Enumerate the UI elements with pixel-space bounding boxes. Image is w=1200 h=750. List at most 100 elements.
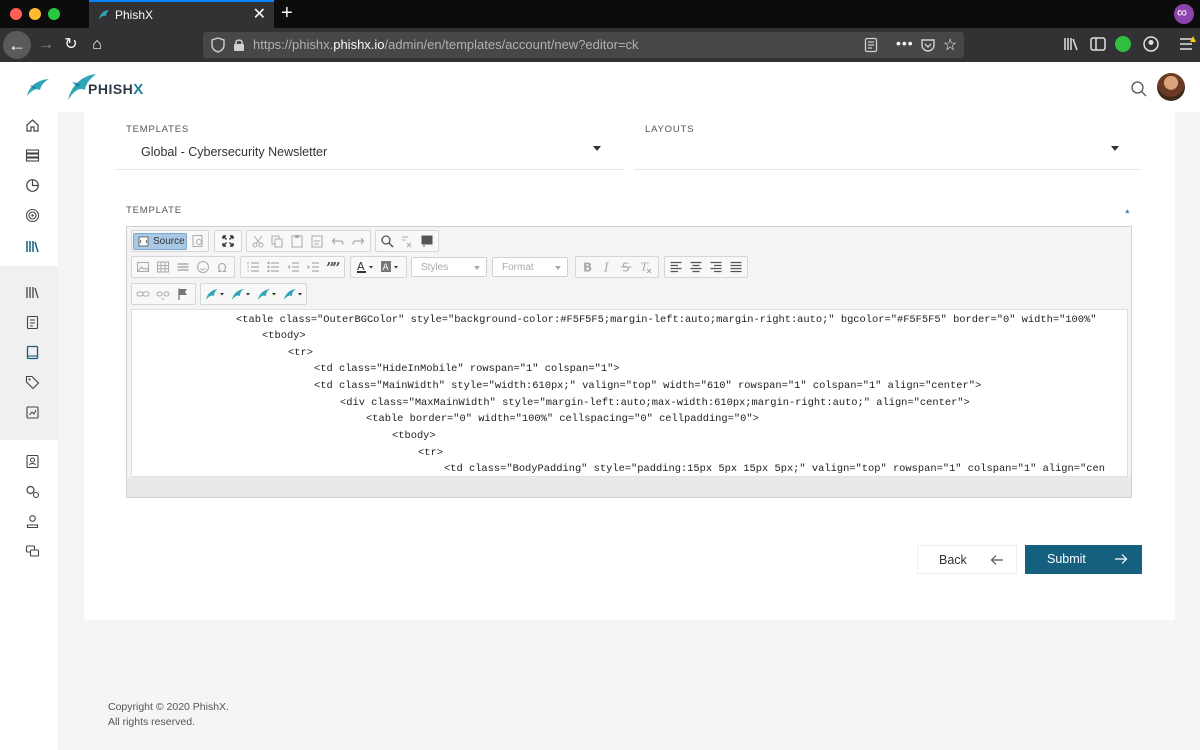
table-icon[interactable]: [156, 260, 170, 274]
source-button[interactable]: Source: [133, 233, 187, 250]
templates-select[interactable]: Global - Cybersecurity Newsletter: [141, 145, 327, 159]
reload-icon[interactable]: ↻: [59, 33, 83, 57]
home-icon[interactable]: [25, 118, 40, 133]
unlink-icon[interactable]: [156, 287, 170, 301]
search-icon[interactable]: [1130, 80, 1148, 98]
tag-icon[interactable]: [25, 375, 40, 390]
phishx-plugin-1-icon[interactable]: [205, 287, 227, 301]
align-left-icon[interactable]: [669, 260, 683, 274]
settings-icon[interactable]: [25, 484, 40, 499]
code-line: <tr>: [418, 447, 443, 459]
styles-dropdown[interactable]: Styles: [411, 257, 487, 277]
templates-chevron-down-icon[interactable]: [593, 146, 601, 151]
align-right-icon[interactable]: [709, 260, 723, 274]
new-tab-icon[interactable]: +: [281, 2, 293, 24]
back-button-label: Back: [939, 553, 967, 567]
avatar[interactable]: [1157, 73, 1185, 101]
horizontal-line-icon[interactable]: [176, 260, 190, 274]
editor-resize-bar[interactable]: [127, 477, 1131, 497]
strikethrough-icon[interactable]: S: [619, 260, 633, 274]
chart-icon[interactable]: [25, 178, 40, 193]
submit-button[interactable]: Submit: [1025, 545, 1142, 574]
code-line: <table class="OuterBGColor" style="backg…: [236, 314, 1097, 326]
list-icon[interactable]: [25, 148, 40, 163]
tab-title: PhishX: [115, 8, 154, 22]
library-icon[interactable]: [25, 285, 40, 300]
reader-view-icon[interactable]: [864, 37, 878, 53]
report-icon[interactable]: [25, 405, 40, 420]
home-page-icon[interactable]: ⌂: [85, 33, 109, 57]
maximize-icon[interactable]: [221, 234, 235, 248]
code-line: <td class="HideInMobile" rowspan="1" col…: [314, 363, 620, 375]
numbered-list-icon[interactable]: [246, 260, 260, 274]
indent-icon[interactable]: [306, 260, 320, 274]
cut-icon[interactable]: [251, 234, 265, 248]
browser-back-icon[interactable]: ←: [3, 31, 31, 59]
page-actions-icon[interactable]: •••: [896, 35, 914, 51]
book-icon[interactable]: [25, 345, 40, 360]
bold-icon[interactable]: B: [580, 260, 594, 275]
bookmark-star-icon[interactable]: ☆: [943, 35, 957, 55]
select-all-icon[interactable]: [420, 234, 434, 248]
redo-icon[interactable]: [351, 234, 365, 248]
window-close-button[interactable]: [10, 8, 22, 20]
italic-icon[interactable]: I: [600, 260, 614, 275]
text-color-icon[interactable]: A: [356, 260, 376, 274]
link-icon[interactable]: [136, 287, 150, 301]
smiley-icon[interactable]: [196, 260, 210, 274]
justify-icon[interactable]: [729, 260, 743, 274]
url-bar[interactable]: https://phishx.phishx.io/admin/en/templa…: [203, 32, 964, 58]
special-char-icon[interactable]: Ω: [216, 260, 230, 274]
blockquote-icon[interactable]: ” ”: [326, 260, 340, 274]
layouts-chevron-down-icon[interactable]: [1111, 146, 1119, 151]
paste-text-icon[interactable]: [310, 234, 324, 248]
user-card-icon[interactable]: [25, 454, 40, 469]
window-minimize-button[interactable]: [29, 8, 41, 20]
phishx-rail-logo-icon[interactable]: [24, 76, 52, 100]
library-icon[interactable]: [25, 239, 40, 254]
outdent-icon[interactable]: [286, 260, 300, 274]
source-code-textarea[interactable]: <table class="OuterBGColor" style="backg…: [131, 309, 1128, 477]
find-icon[interactable]: [380, 234, 394, 248]
browser-tab[interactable]: PhishX ✕: [89, 0, 274, 28]
styles-chevron-down-icon: [474, 266, 480, 270]
account-icon[interactable]: [1142, 35, 1160, 53]
target-icon[interactable]: [25, 208, 40, 223]
phishx-plugin-2-icon[interactable]: [231, 287, 253, 301]
user-icon[interactable]: [25, 514, 40, 529]
sidebar-toggle-icon[interactable]: [1089, 35, 1107, 53]
hamburger-menu-icon[interactable]: [1178, 35, 1196, 53]
pocket-icon[interactable]: [920, 37, 936, 53]
format-dropdown[interactable]: Format: [492, 257, 568, 277]
undo-icon[interactable]: [331, 234, 345, 248]
url-text: https://phishx.phishx.io/admin/en/templa…: [253, 37, 639, 52]
library-toolbar-icon[interactable]: [1062, 35, 1080, 53]
svg-text:”: ”: [332, 260, 340, 274]
extension-check-icon[interactable]: [1115, 36, 1131, 52]
paste-icon[interactable]: [290, 234, 304, 248]
phishx-plugin-3-icon[interactable]: [257, 287, 279, 301]
lock-icon[interactable]: [233, 38, 245, 52]
document-icon[interactable]: [25, 315, 40, 330]
format-chevron-down-icon: [555, 266, 561, 270]
browser-tab-bar: PhishX ✕ +: [0, 0, 1200, 28]
image-icon[interactable]: [136, 260, 150, 274]
tracking-shield-icon[interactable]: [211, 37, 225, 53]
replace-icon[interactable]: [400, 234, 414, 248]
window-maximize-button[interactable]: [48, 8, 60, 20]
copy-icon[interactable]: [270, 234, 284, 248]
preview-icon[interactable]: [191, 234, 205, 248]
tab-close-icon[interactable]: ✕: [253, 5, 266, 25]
source-label: Source: [153, 236, 185, 247]
bulleted-list-icon[interactable]: [266, 260, 280, 274]
align-center-icon[interactable]: [689, 260, 703, 274]
back-button[interactable]: Back: [917, 545, 1017, 574]
remove-format-icon[interactable]: T: [639, 260, 653, 274]
background-color-icon[interactable]: A: [380, 260, 402, 274]
chat-icon[interactable]: [25, 544, 40, 559]
layouts-label: LAYOUTS: [645, 124, 695, 135]
browser-forward-icon[interactable]: →: [34, 33, 58, 57]
anchor-flag-icon[interactable]: [176, 287, 190, 301]
phishx-plugin-4-icon[interactable]: [283, 287, 305, 301]
footer-rights: All rights reserved.: [108, 716, 195, 728]
